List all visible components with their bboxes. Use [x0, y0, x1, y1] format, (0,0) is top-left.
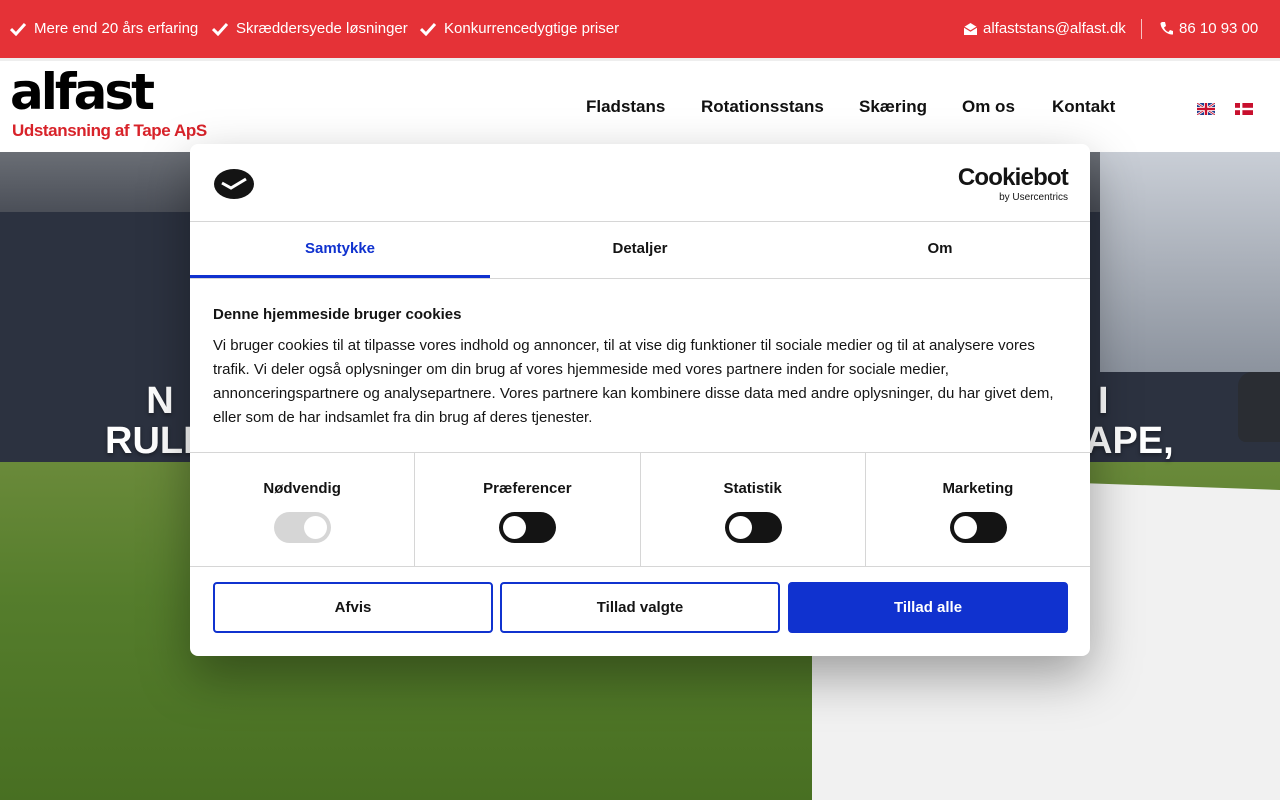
toggle-knob	[503, 516, 527, 539]
usp-label: Konkurrencedygtige priser	[444, 20, 620, 37]
phone-text[interactable]: 86 10 93 00	[1179, 20, 1258, 37]
hero-car	[1238, 372, 1280, 442]
top-bar: Mere end 20 års erfaring Skræddersyede l…	[0, 0, 1280, 58]
category-label: Præferencer	[483, 480, 572, 497]
flag-dk-icon[interactable]	[1235, 103, 1253, 115]
preferences-toggle[interactable]	[499, 512, 557, 543]
cookiebot-logo: Cookiebot by Usercentrics	[957, 164, 1069, 204]
hero-title-right-1: I	[1098, 380, 1109, 422]
flag-uk-icon[interactable]	[1197, 103, 1215, 115]
site-header: alfast Udstansning af Tape ApS Fladstans…	[0, 58, 1280, 152]
nav-skaering[interactable]: Skæring	[859, 97, 927, 117]
tab-om[interactable]: Om	[790, 222, 1090, 278]
cookiebot-name: Cookiebot	[957, 164, 1069, 191]
cookiebot-by: by Usercentrics	[999, 192, 1068, 203]
tab-detaljer[interactable]: Detaljer	[490, 222, 790, 278]
email-link[interactable]: alfaststans@alfast.dk	[963, 20, 1126, 37]
phone-link[interactable]: 86 10 93 00	[1159, 20, 1258, 37]
nav-rotationsstans[interactable]: Rotationsstans	[701, 97, 824, 117]
toggle-knob	[728, 516, 752, 539]
toggle-knob	[953, 516, 977, 539]
usp-label: Mere end 20 års erfaring	[34, 20, 199, 37]
statistics-toggle[interactable]	[724, 512, 782, 543]
logo-tagline: Udstansning af Tape ApS	[12, 121, 207, 140]
category-necessary: Nødvendig	[190, 453, 416, 566]
phone-icon	[1160, 22, 1173, 35]
category-label: Nødvendig	[263, 480, 341, 497]
consent-body-text: Vi bruger cookies til at tilpasse vores …	[213, 337, 1054, 426]
usp-label: Skræddersyede løsninger	[236, 20, 408, 37]
check-icon	[10, 22, 26, 36]
allow-all-button[interactable]: Tillad alle	[788, 582, 1068, 633]
category-statistics: Statistik	[641, 453, 866, 566]
tab-samtykke[interactable]: Samtykke	[190, 222, 490, 278]
site-icon	[214, 169, 254, 199]
allow-selected-button[interactable]: Tillad valgte	[500, 582, 780, 633]
logo-wordmark: alfast	[10, 63, 155, 121]
cookie-consent-dialog: Cookiebot by Usercentrics Samtykke Detal…	[190, 144, 1090, 656]
site-logo[interactable]: alfast Udstansning af Tape ApS	[10, 67, 207, 147]
category-preferences: Præferencer	[415, 453, 641, 566]
check-icon	[420, 22, 436, 36]
usp-custom: Skræddersyede løsninger	[212, 20, 408, 37]
usp-experience: Mere end 20 års erfaring	[10, 20, 198, 37]
consent-categories: Nødvendig Præferencer Statistik Marketin…	[190, 452, 1090, 567]
usp-prices: Konkurrencedygtige priser	[420, 20, 619, 37]
reject-button[interactable]: Afvis	[213, 582, 493, 633]
check-icon	[212, 22, 228, 36]
category-marketing: Marketing	[866, 453, 1090, 566]
necessary-toggle	[274, 512, 332, 543]
category-label: Marketing	[942, 480, 1014, 497]
category-label: Statistik	[723, 480, 782, 497]
marketing-toggle[interactable]	[949, 512, 1007, 543]
envelope-icon	[963, 22, 978, 35]
hero-title-right-2: APE,	[1085, 420, 1174, 462]
nav-kontakt[interactable]: Kontakt	[1052, 97, 1115, 117]
toggle-knob	[304, 516, 328, 539]
consent-tabs: Samtykke Detaljer Om	[190, 221, 1090, 279]
email-text[interactable]: alfaststans@alfast.dk	[983, 20, 1126, 37]
nav-fladstans[interactable]: Fladstans	[586, 97, 665, 117]
hero-sky	[1100, 152, 1280, 372]
consent-heading: Denne hjemmeside bruger cookies	[213, 306, 462, 323]
nav-om-os[interactable]: Om os	[962, 97, 1015, 117]
contact-divider	[1141, 19, 1142, 39]
